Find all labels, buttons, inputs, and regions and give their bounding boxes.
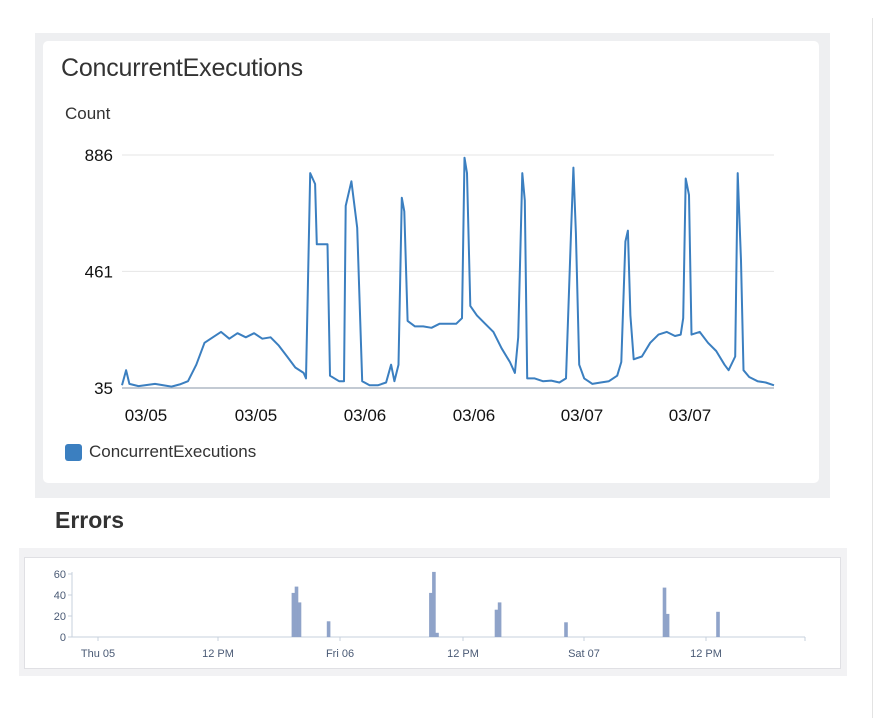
errors-x-tick-label: 12 PM (447, 648, 479, 660)
error-bar[interactable] (564, 622, 568, 637)
errors-chart[interactable]: 0 20 40 60 Thu 05 12 PM Fri 06 12 PM Sat 07 12 PM (0, 0, 875, 722)
error-bar[interactable] (291, 592, 296, 637)
error-bar[interactable] (716, 611, 720, 637)
error-bar[interactable] (326, 621, 331, 638)
errors-x-tick-label: 12 PM (202, 648, 234, 660)
error-bar[interactable] (435, 632, 439, 637)
errors-y-tick-label: 0 (60, 632, 66, 644)
error-bar[interactable] (432, 571, 436, 637)
error-bar[interactable] (497, 602, 502, 637)
error-bar[interactable] (494, 609, 499, 637)
errors-y-tick-label: 60 (54, 569, 66, 581)
errors-y-tick-label: 20 (54, 611, 66, 623)
errors-x-tick-label: Fri 06 (326, 648, 354, 660)
errors-x-tick-label: Sat 07 (568, 648, 600, 660)
error-bar[interactable] (297, 602, 302, 637)
errors-x-tick-label: Thu 05 (81, 648, 115, 660)
error-bar[interactable] (662, 587, 667, 637)
errors-y-tick-label: 40 (54, 590, 66, 602)
errors-x-tick-label: 12 PM (690, 648, 722, 660)
error-bar[interactable] (665, 613, 670, 637)
